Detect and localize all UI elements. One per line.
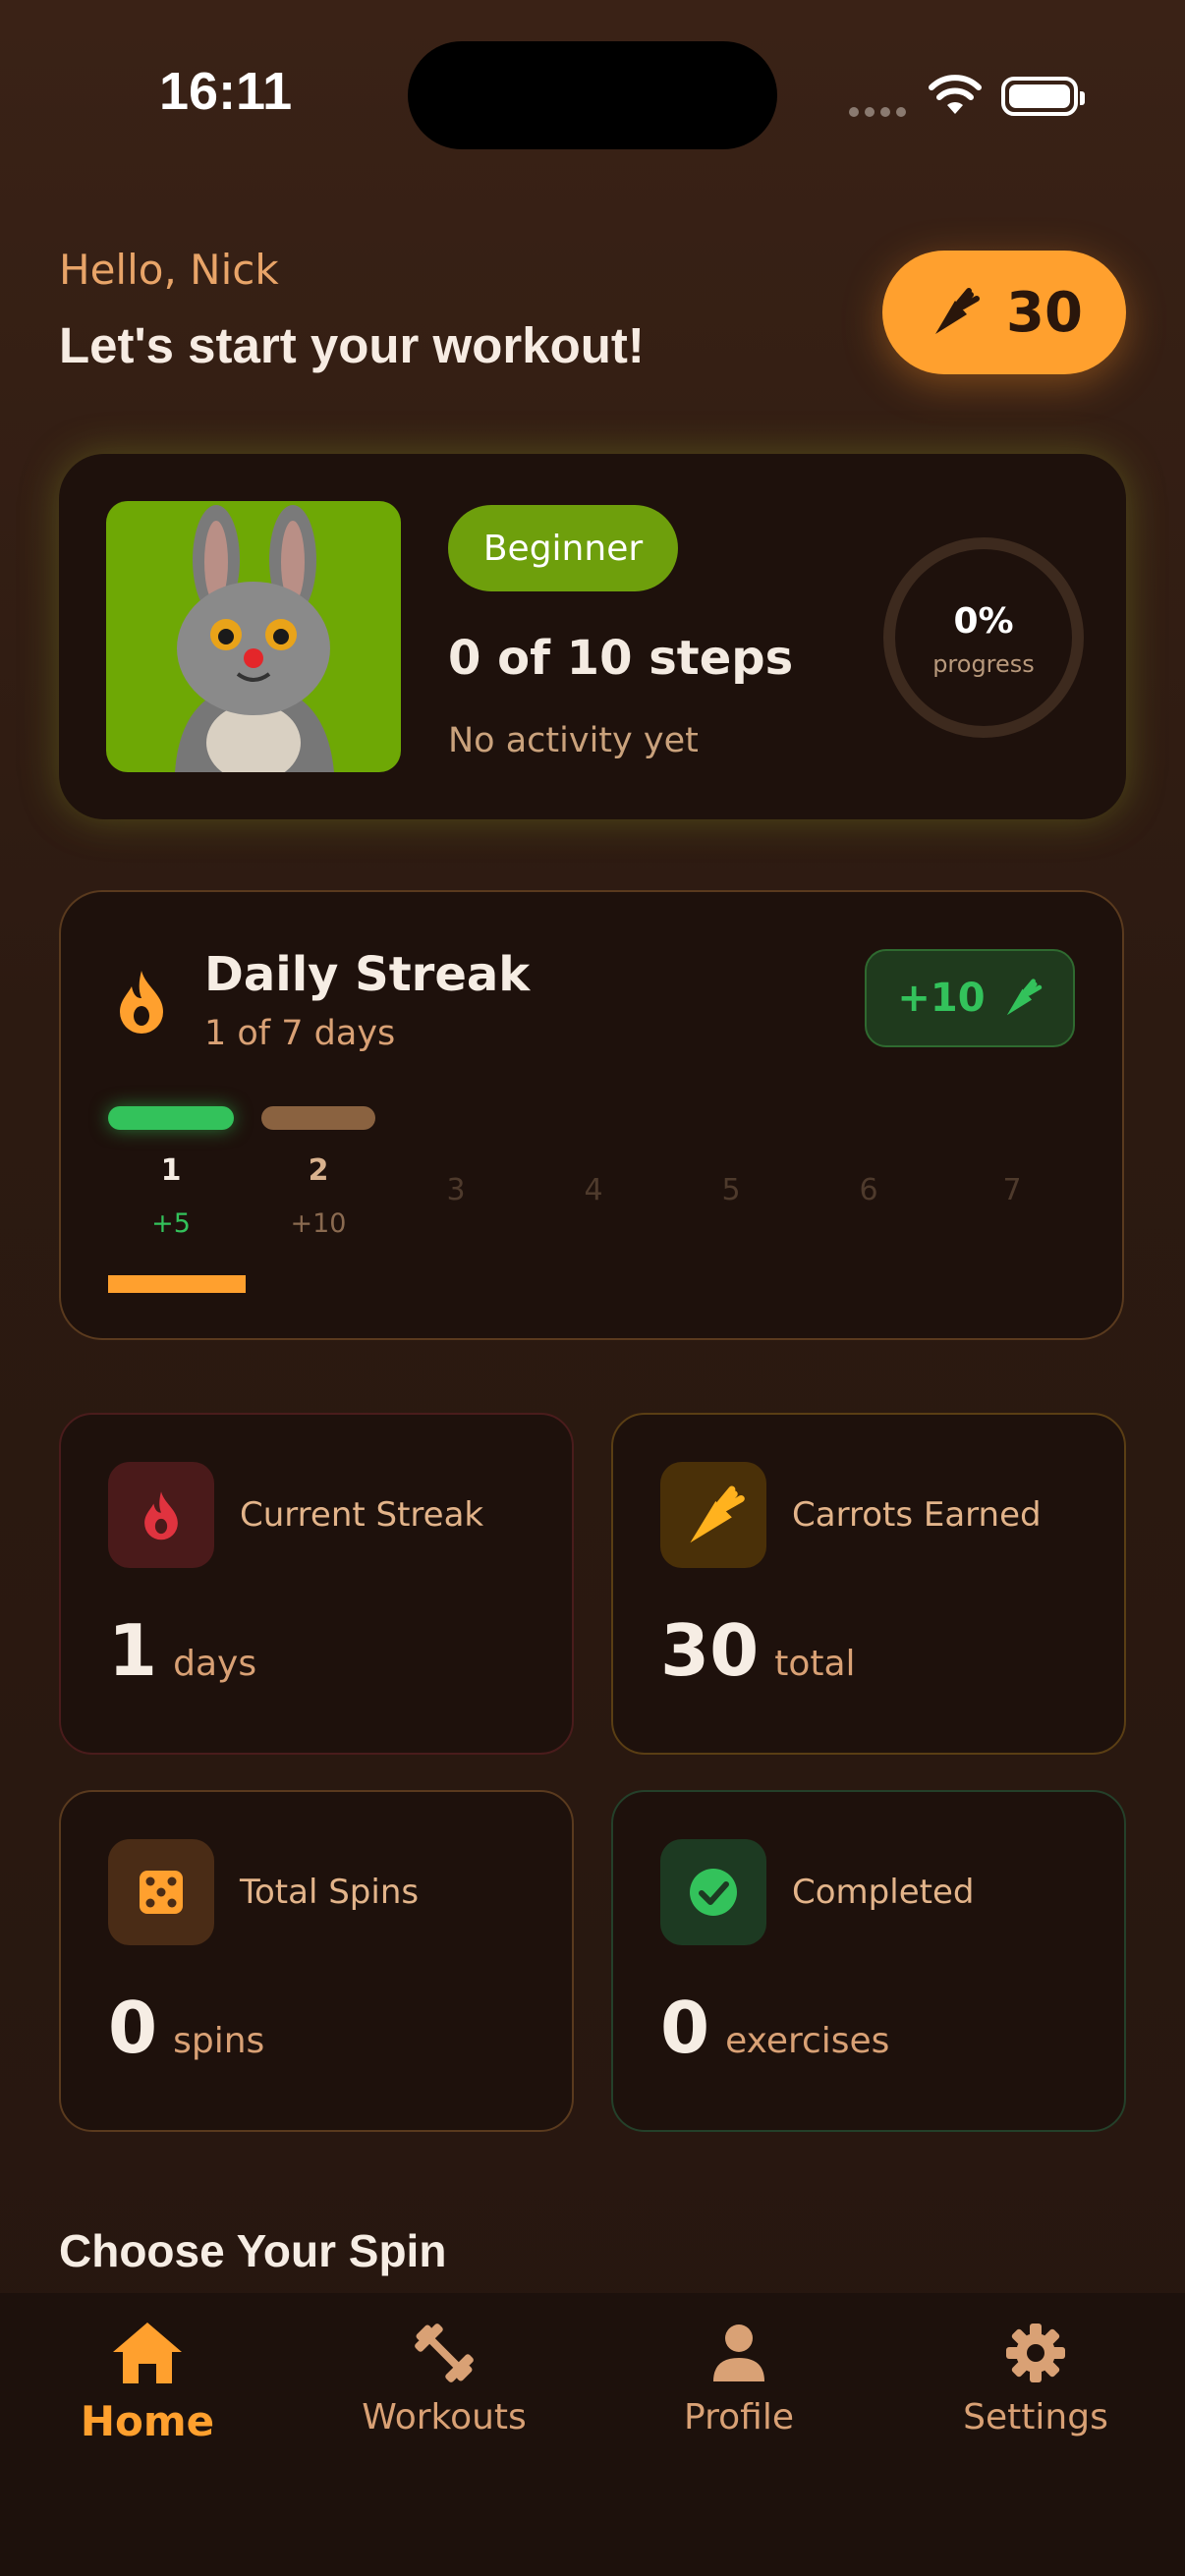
stat-value-row: 0 spins (108, 1987, 264, 2069)
streak-subtitle: 1 of 7 days (204, 1014, 396, 1053)
streak-day-3: 3 (446, 1173, 466, 1207)
cellular-signal-icon (849, 102, 912, 121)
streak-day-2: 2 (308, 1153, 329, 1188)
gear-icon (1006, 2324, 1065, 2382)
flame-icon (108, 1462, 214, 1568)
streak-day-1-bonus: +5 (151, 1208, 191, 1239)
stat-label: Total Spins (240, 1873, 420, 1912)
tab-label: Home (80, 2397, 215, 2445)
activity-status: No activity yet (448, 721, 699, 760)
tab-label: Settings (963, 2397, 1108, 2437)
dynamic-island (408, 41, 777, 149)
status-time: 16:11 (159, 62, 293, 121)
streak-title: Daily Streak (204, 947, 531, 1002)
completed-card[interactable]: Completed 0 exercises (611, 1790, 1126, 2132)
level-card[interactable]: Beginner 0 of 10 steps No activity yet 0… (59, 454, 1126, 819)
tab-profile[interactable]: Profile (592, 2321, 886, 2437)
stat-value-row: 0 exercises (660, 1987, 889, 2069)
page-title: Let's start your workout! (59, 317, 645, 373)
section-title: Choose Your Spin (59, 2225, 447, 2276)
battery-icon (1001, 77, 1085, 116)
carrots-earned-card[interactable]: Carrots Earned 30 total (611, 1413, 1126, 1755)
streak-reward-value: +10 (897, 976, 986, 1021)
stat-unit: spins (173, 2021, 265, 2061)
stat-unit: total (774, 1644, 856, 1684)
stat-unit: days (173, 1644, 257, 1684)
tab-settings[interactable]: Settings (888, 2321, 1183, 2437)
streak-day-1: 1 (160, 1153, 182, 1188)
greeting: Hello, Nick (59, 246, 279, 294)
tab-label: Profile (684, 2397, 794, 2437)
tab-label: Workouts (362, 2397, 527, 2437)
progress-label: progress (932, 650, 1035, 678)
carrot-icon (935, 288, 981, 334)
flame-icon (120, 971, 163, 1034)
stat-label: Carrots Earned (792, 1495, 1042, 1535)
stat-value-row: 30 total (660, 1609, 856, 1692)
stat-value: 0 (108, 1987, 158, 2069)
stat-label: Current Streak (240, 1495, 484, 1535)
stat-label: Completed (792, 1873, 975, 1912)
stat-value: 30 (660, 1609, 760, 1692)
stat-unit: exercises (725, 2021, 890, 2061)
streak-progress-bar (108, 1275, 246, 1293)
tab-home[interactable]: Home (0, 2321, 295, 2445)
total-spins-card[interactable]: Total Spins 0 spins (59, 1790, 574, 2132)
streak-reward-badge: +10 (865, 949, 1075, 1047)
tab-bar: Home Workouts Profile Settings (0, 2293, 1185, 2576)
dice-icon (108, 1839, 214, 1945)
carrot-balance: 30 (1006, 280, 1083, 345)
streak-day-1-bar (108, 1106, 234, 1130)
wifi-icon (929, 75, 982, 114)
carrot-icon (660, 1462, 766, 1568)
progress-percent: 0% (953, 601, 1014, 642)
home-icon (113, 2323, 182, 2383)
bunny-avatar (106, 501, 401, 772)
streak-day-7: 7 (1002, 1173, 1022, 1207)
carrot-balance-button[interactable]: 30 (882, 251, 1126, 374)
level-badge: Beginner (448, 505, 678, 591)
streak-day-6: 6 (859, 1173, 878, 1207)
streak-day-2-bar (261, 1106, 375, 1130)
streak-day-5: 5 (721, 1173, 741, 1207)
streak-day-4: 4 (584, 1173, 603, 1207)
carrot-icon (1006, 979, 1042, 1016)
steps-progress-text: 0 of 10 steps (448, 631, 794, 686)
stat-value: 0 (660, 1987, 710, 2069)
check-circle-icon (660, 1839, 766, 1945)
person-icon (713, 2324, 764, 2381)
daily-streak-card[interactable]: Daily Streak 1 of 7 days +10 1 +5 2 +10 … (59, 890, 1124, 1340)
dumbbell-icon (415, 2324, 474, 2382)
streak-day-2-bonus: +10 (290, 1208, 347, 1239)
stat-value-row: 1 days (108, 1609, 256, 1692)
current-streak-card[interactable]: Current Streak 1 days (59, 1413, 574, 1755)
stat-value: 1 (108, 1609, 158, 1692)
tab-workouts[interactable]: Workouts (297, 2321, 592, 2437)
